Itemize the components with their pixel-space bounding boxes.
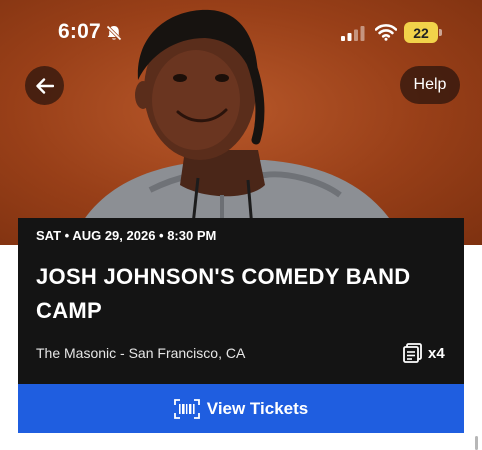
event-title: JOSH JOHNSON'S COMEDY BAND CAMP <box>36 264 411 323</box>
event-venue: The Masonic - San Francisco, CA <box>36 345 246 361</box>
event-hero-image: 6:07 22 Help <box>0 0 482 245</box>
status-bar: 6:07 22 <box>0 0 482 62</box>
ticket-quantity: x4 <box>428 344 445 362</box>
battery-level: 22 <box>404 22 438 43</box>
view-tickets-button[interactable]: View Tickets <box>18 384 464 433</box>
barcode-icon <box>173 398 200 419</box>
ticket-count: x4 <box>402 342 445 364</box>
view-tickets-label: View Tickets <box>206 398 309 418</box>
arrow-left-icon <box>35 77 54 94</box>
clock: 6:07 <box>58 20 101 43</box>
battery-tip <box>439 29 442 36</box>
help-button[interactable]: Help <box>400 66 460 104</box>
scrollbar[interactable] <box>475 436 478 450</box>
battery-indicator: 22 <box>404 22 442 43</box>
back-button[interactable] <box>25 66 64 105</box>
tickets-icon <box>403 343 422 363</box>
wifi-icon <box>375 24 397 41</box>
bell-slash-icon <box>106 25 122 41</box>
cellular-signal-icon <box>341 26 365 41</box>
event-date-time: SAT • AUG 29, 2026 • 8:30 PM <box>36 228 217 243</box>
